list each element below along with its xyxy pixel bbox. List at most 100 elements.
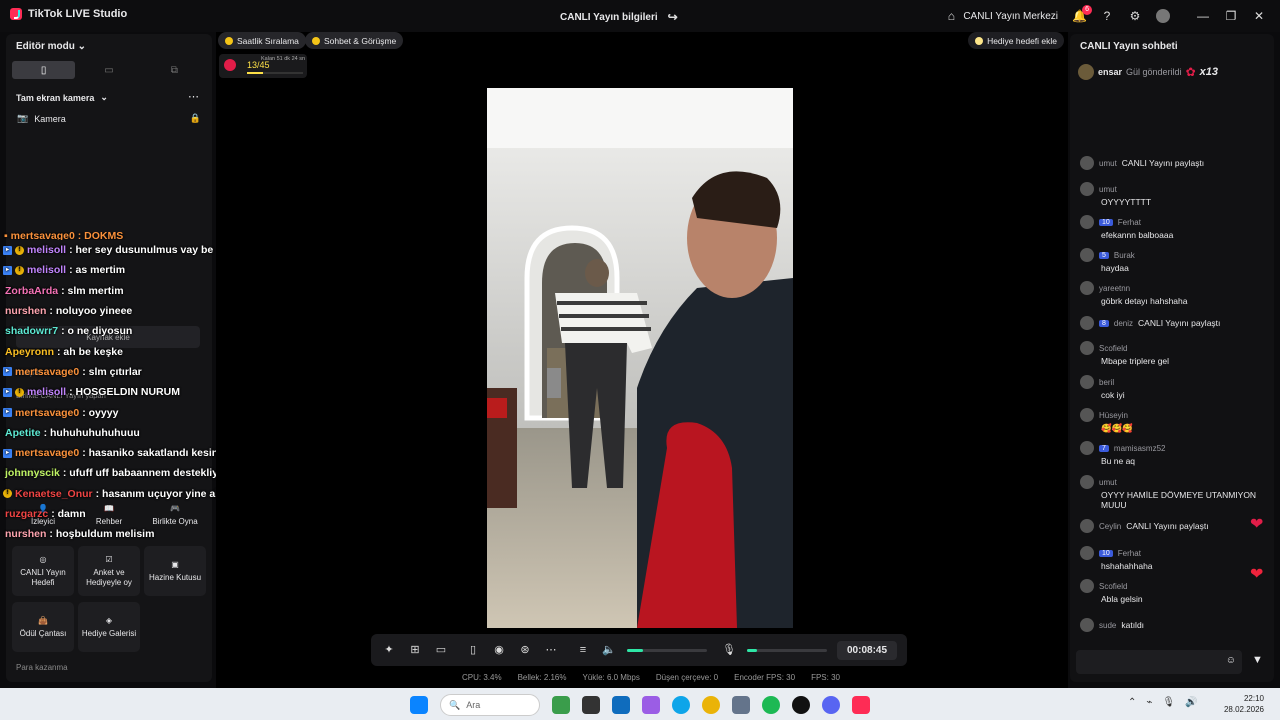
avatar: [1080, 341, 1094, 355]
chat-message[interactable]: beril cok iyi: [1080, 375, 1270, 400]
broadcast-icon[interactable]: ⊛: [517, 642, 533, 658]
chevron-down-icon: ⌄: [100, 92, 108, 102]
chat-text: 🥰🥰🥰: [1101, 423, 1133, 433]
chat-input[interactable]: ☺: [1076, 650, 1242, 674]
poll-icon: ☑: [105, 554, 113, 564]
avatar: [1080, 248, 1094, 262]
chat-message[interactable]: 10 Ferhat efekannn balboaaa: [1080, 215, 1270, 240]
add-scene-icon[interactable]: ⊞: [407, 642, 423, 658]
chat-username: mamisasmz52: [1113, 443, 1166, 453]
sliders-icon[interactable]: ≡: [575, 642, 591, 658]
edge-icon[interactable]: [672, 696, 690, 714]
add-gift-goal-button[interactable]: Hediye hedefi ekle: [968, 32, 1064, 49]
copilot-icon[interactable]: [642, 696, 660, 714]
outlook-icon[interactable]: [612, 696, 630, 714]
filter-icon[interactable]: ▼: [1252, 654, 1263, 666]
microphone-icon[interactable]: 🎙: [1162, 697, 1175, 708]
chrome-icon[interactable]: [702, 696, 720, 714]
overlay-text: : hoşbuldum melisim: [49, 528, 155, 541]
stream-info-button[interactable]: CANLI Yayın bilgileri ↪: [560, 10, 680, 24]
profile-avatar[interactable]: [1156, 9, 1170, 23]
spotify-icon[interactable]: [762, 696, 780, 714]
chat-message[interactable]: Scofield Mbape triplere gel: [1080, 341, 1270, 366]
help-icon[interactable]: ?: [1100, 9, 1114, 23]
gift-gallery-button[interactable]: ◈ Hediye Galerisi: [78, 602, 140, 652]
avatar: [1080, 408, 1094, 422]
widget-icon[interactable]: [552, 696, 570, 714]
title-bar-actions: ⌂ CANLI Yayın Merkezi 🔔 6 ? ⚙ — ❐ ✕: [944, 0, 1280, 32]
chat-text: OYYY HAMİLE DÖVMEYE UTANMIYON MUUU: [1101, 490, 1257, 510]
settings-app-icon[interactable]: [732, 696, 750, 714]
chat-message[interactable]: Scofield Abla gelsin: [1080, 579, 1270, 604]
badge-icon: ▸: [3, 245, 12, 255]
windows-taskbar: 🔍 Ara ⌃ ⌁ 🎙 🔊 22:10 28.02.2026: [0, 688, 1280, 720]
chat-message[interactable]: Hüseyin 🥰🥰🥰: [1080, 408, 1270, 434]
chat-meetup-button[interactable]: Sohbet & Görüşme: [305, 32, 404, 49]
tiktok-icon[interactable]: [852, 696, 870, 714]
reward-bag-button[interactable]: 👜 Ödül Çantası: [12, 602, 74, 652]
taskbar-search[interactable]: 🔍 Ara: [440, 694, 540, 716]
live-timer: 00:08:45: [837, 640, 898, 660]
chat-username: yareetnn: [1099, 283, 1131, 293]
chat-message[interactable]: 8 deniz CANLI Yayını paylaştı: [1080, 316, 1270, 330]
clock[interactable]: 22:10 28.02.2026: [1224, 693, 1264, 715]
chat-message[interactable]: umut CANLI Yayını paylaştı: [1080, 156, 1270, 170]
scene-dropdown[interactable]: Tam ekran kamera ⌄: [16, 92, 108, 103]
poll-button[interactable]: ☑ Anket ve Hediyeyle oy: [78, 546, 140, 596]
live-center-button[interactable]: ⌂ CANLI Yayın Merkezi: [944, 9, 1058, 23]
chat-message[interactable]: 10 Ferhat hshahahhaha: [1080, 546, 1270, 571]
stats-bar: CPU: 3.4% Bellek: 2.16% Yükle: 6.0 Mbps …: [462, 673, 840, 682]
home-icon: ⌂: [947, 9, 955, 23]
emoji-icon[interactable]: ☺: [1226, 655, 1236, 666]
volume-slider[interactable]: [627, 648, 707, 652]
editor-mode-dropdown[interactable]: Editör modu ⌄: [16, 41, 86, 52]
screen-icon[interactable]: ▭: [433, 642, 449, 658]
chat-message[interactable]: umut OYYYYTTTT: [1080, 182, 1270, 207]
discord-icon[interactable]: [822, 696, 840, 714]
magic-wand-icon[interactable]: ✦: [381, 642, 397, 658]
chat-message[interactable]: 7 mamisasmz52 Bu ne aq: [1080, 441, 1270, 466]
dual-button[interactable]: ⧉: [143, 61, 206, 79]
record-icon[interactable]: ◉: [491, 642, 507, 658]
encoder-fps-stat: Encoder FPS: 30: [734, 673, 796, 682]
chat-message[interactable]: sude katıldı: [1080, 618, 1270, 632]
more-icon[interactable]: ⋯: [188, 90, 199, 103]
network-icon[interactable]: ⌁: [1146, 697, 1152, 708]
minimize-icon[interactable]: —: [1196, 9, 1210, 23]
level-icon: !: [15, 387, 24, 397]
app-icon[interactable]: [792, 696, 810, 714]
chat-message[interactable]: yareetnn göbrk detayı hahshaha: [1080, 281, 1270, 306]
portrait-button[interactable]: ▯: [12, 61, 76, 79]
chat-username: Hüseyin: [1099, 410, 1128, 420]
windows-start-icon[interactable]: [410, 696, 428, 714]
chat-text: cok iyi: [1101, 390, 1125, 400]
bell-icon[interactable]: 🔔 6: [1072, 5, 1092, 23]
maximize-icon[interactable]: ❐: [1224, 9, 1238, 23]
phone-icon[interactable]: ▯: [465, 642, 481, 658]
more-icon[interactable]: ⋯: [543, 642, 559, 658]
mic-slider[interactable]: [747, 648, 827, 652]
dropped-frames-stat: Düşen çerçeve: 0: [655, 673, 719, 682]
chat-message[interactable]: 5 Burak haydaa: [1080, 248, 1270, 273]
chevron-up-icon[interactable]: ⌃: [1128, 697, 1136, 708]
live-goal-button[interactable]: ◎ CANLI Yayın Hedefi: [12, 546, 74, 596]
lock-icon[interactable]: 🔒: [190, 113, 201, 124]
avatar: [1080, 579, 1094, 593]
chat-message[interactable]: umut OYYY HAMİLE DÖVMEYE UTANMIYON MUUU: [1080, 475, 1270, 510]
speaker-icon[interactable]: 🔈: [601, 642, 617, 658]
landscape-button[interactable]: ▭: [77, 61, 140, 79]
chat-username: deniz: [1113, 318, 1134, 328]
gear-icon[interactable]: ⚙: [1128, 9, 1142, 23]
badge-icon: ▸: [3, 448, 12, 458]
overlay-username: melisoll: [27, 386, 67, 399]
treasure-box-button[interactable]: ▣ Hazine Kutusu: [144, 546, 206, 596]
chat-message[interactable]: Ceylin CANLI Yayını paylaştı: [1080, 519, 1270, 533]
hourly-ranking-button[interactable]: Saatlik Sıralama: [218, 32, 306, 49]
close-icon[interactable]: ✕: [1252, 9, 1266, 23]
task-view-icon[interactable]: [582, 696, 600, 714]
microphone-icon[interactable]: 🎙: [721, 642, 737, 658]
volume-icon[interactable]: 🔊: [1185, 697, 1197, 708]
avatar: [1080, 182, 1094, 196]
source-camera[interactable]: 📷 Kamera 🔒: [17, 113, 201, 124]
chat-text: Abla gelsin: [1101, 594, 1143, 604]
